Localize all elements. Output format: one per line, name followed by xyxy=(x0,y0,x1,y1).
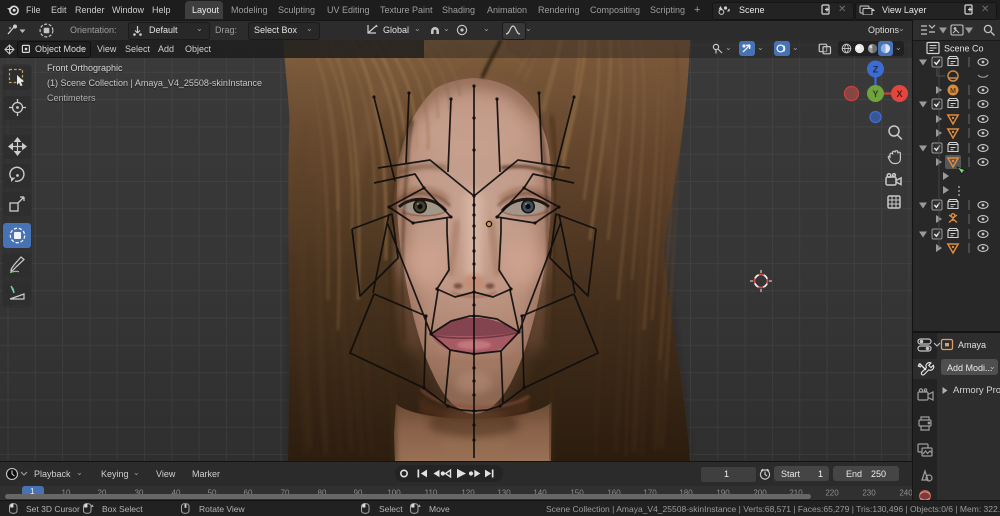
svg-text:240: 240 xyxy=(899,489,912,498)
svg-text:220: 220 xyxy=(825,489,839,498)
svg-text:Scene Co: Scene Co xyxy=(944,44,984,54)
svg-text:X: X xyxy=(896,89,902,99)
svg-text:Z: Z xyxy=(873,65,879,75)
svg-text:M: M xyxy=(950,88,956,95)
svg-text:Y: Y xyxy=(872,89,878,99)
svg-text:230: 230 xyxy=(862,489,876,498)
